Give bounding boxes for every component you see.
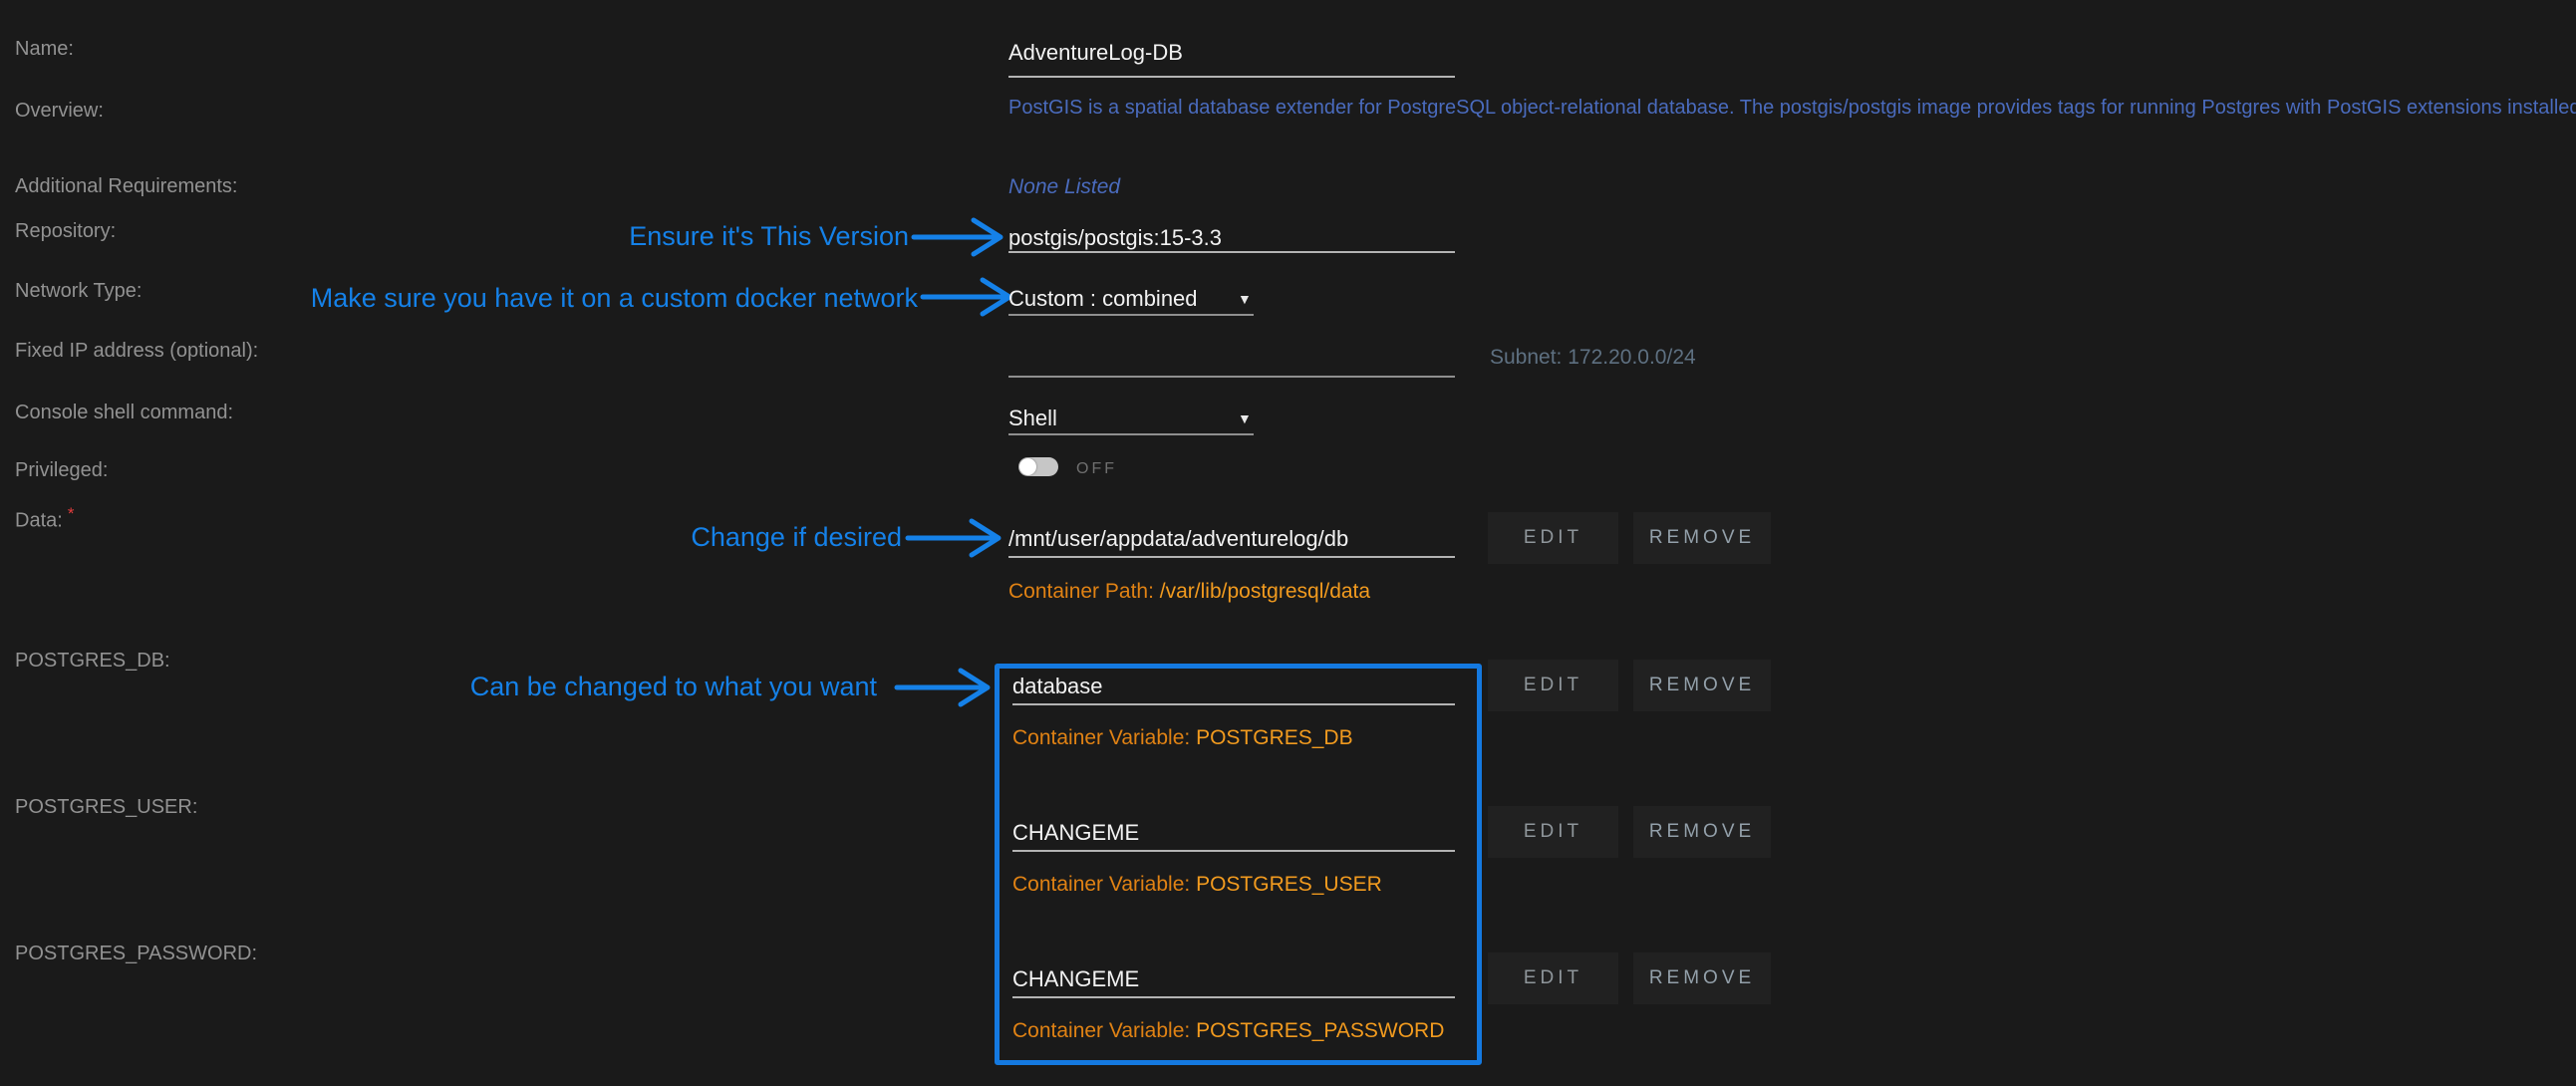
network-type-select[interactable]: Custom : combined ▼	[1008, 286, 1254, 312]
required-asterisk: *	[68, 504, 75, 523]
data-container-path: Container Path: /var/lib/postgresql/data	[1008, 580, 1370, 604]
postgres-db-edit-button[interactable]: EDIT	[1488, 660, 1618, 711]
console-shell-selected-value: Shell	[1008, 406, 1057, 430]
privileged-toggle-state: OFF	[1076, 460, 1117, 478]
repository-input[interactable]: postgis/postgis:15-3.3	[1008, 225, 1222, 251]
postgres-password-container-variable: Container Variable: POSTGRES_PASSWORD	[1012, 1019, 1444, 1043]
chevron-down-icon: ▼	[1238, 410, 1252, 426]
field-label-postgres-db: POSTGRES_DB:	[15, 650, 170, 673]
highlight-box	[995, 664, 1482, 1065]
postgres-db-input[interactable]: database	[1012, 674, 1103, 699]
postgres-user-edit-button[interactable]: EDIT	[1488, 806, 1618, 858]
annotation-data: Change if desired	[691, 522, 902, 553]
postgres-password-edit-button[interactable]: EDIT	[1488, 952, 1618, 1004]
subnet-info: Subnet: 172.20.0.0/24	[1490, 346, 1696, 370]
annotation-network: Make sure you have it on a custom docker…	[311, 283, 918, 314]
field-label-postgres-password: POSTGRES_PASSWORD:	[15, 943, 257, 965]
postgres-db-remove-button[interactable]: REMOVE	[1633, 660, 1771, 711]
field-label-name: Name:	[15, 38, 74, 61]
console-shell-select[interactable]: Shell ▼	[1008, 406, 1254, 431]
annotation-arrow-data	[906, 516, 1003, 560]
postgres-user-underline	[1012, 850, 1455, 852]
postgres-db-container-variable: Container Variable: POSTGRES_DB	[1012, 726, 1353, 750]
fixed-ip-underline	[1008, 376, 1455, 378]
data-remove-button[interactable]: REMOVE	[1633, 512, 1771, 564]
postgres-user-input[interactable]: CHANGEME	[1012, 820, 1139, 846]
annotation-arrow-postgres-db	[895, 666, 993, 709]
repository-input-underline	[1008, 251, 1455, 253]
toggle-knob	[1019, 458, 1036, 475]
docker-template-settings-page: Name: Overview: Additional Requirements:…	[0, 0, 2576, 1086]
annotation-repository: Ensure it's This Version	[629, 221, 909, 252]
network-type-selected-value: Custom : combined	[1008, 286, 1198, 311]
chevron-down-icon: ▼	[1238, 291, 1252, 307]
field-label-additional-requirements: Additional Requirements:	[15, 175, 237, 198]
console-shell-underline	[1008, 433, 1254, 435]
annotation-postgres-db: Can be changed to what you want	[470, 672, 877, 702]
network-type-underline	[1008, 314, 1254, 316]
field-label-overview: Overview:	[15, 100, 104, 123]
annotation-arrow-network	[921, 275, 1014, 319]
overview-description: PostGIS is a spatial database extender f…	[1008, 97, 2576, 120]
postgres-user-container-variable: Container Variable: POSTGRES_USER	[1012, 873, 1382, 897]
data-path-underline	[1008, 556, 1455, 558]
field-label-postgres-user: POSTGRES_USER:	[15, 796, 197, 819]
name-input-underline	[1008, 76, 1455, 78]
field-label-privileged: Privileged:	[15, 459, 108, 482]
postgres-password-input[interactable]: CHANGEME	[1012, 966, 1139, 992]
field-label-console-shell: Console shell command:	[15, 402, 233, 424]
postgres-password-underline	[1012, 996, 1455, 998]
field-label-fixed-ip: Fixed IP address (optional):	[15, 340, 258, 363]
postgres-password-remove-button[interactable]: REMOVE	[1633, 952, 1771, 1004]
field-label-repository: Repository:	[15, 220, 116, 243]
privileged-toggle[interactable]	[1018, 457, 1058, 476]
field-label-data: Data:*	[15, 504, 74, 533]
annotation-arrow-repository	[912, 215, 1005, 259]
field-label-network-type: Network Type:	[15, 280, 142, 303]
fixed-ip-input[interactable]	[1008, 344, 1455, 374]
data-edit-button[interactable]: EDIT	[1488, 512, 1618, 564]
name-input[interactable]: AdventureLog-DB	[1008, 40, 1183, 66]
postgres-user-remove-button[interactable]: REMOVE	[1633, 806, 1771, 858]
data-path-input[interactable]: /mnt/user/appdata/adventurelog/db	[1008, 526, 1348, 552]
additional-requirements-value: None Listed	[1008, 175, 1120, 199]
postgres-db-underline	[1012, 703, 1455, 705]
